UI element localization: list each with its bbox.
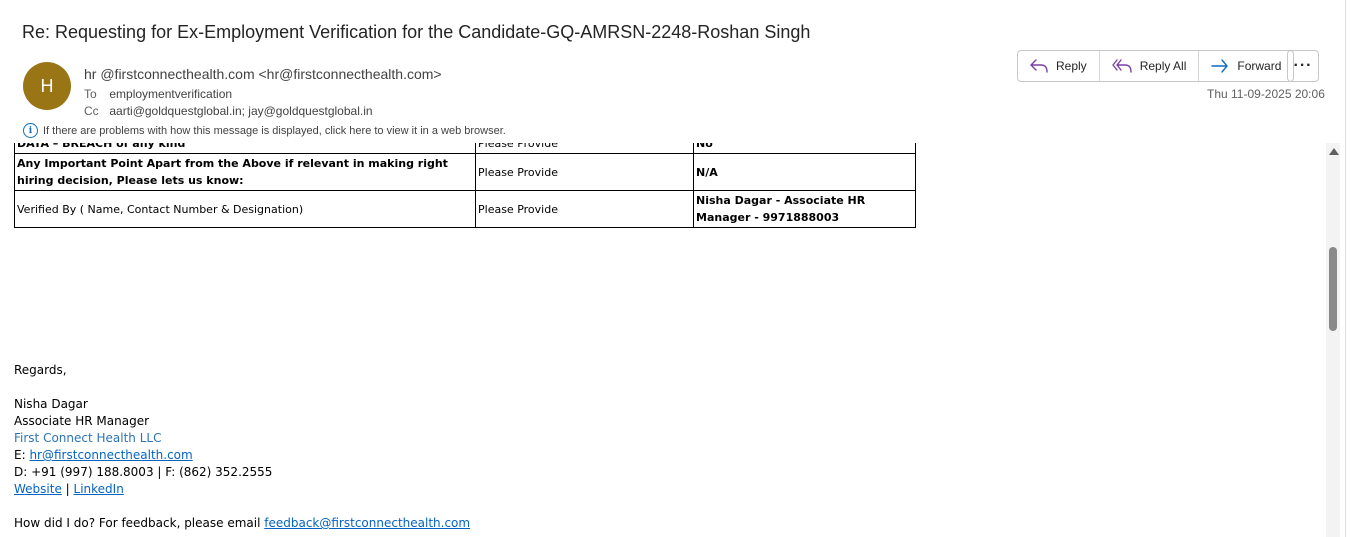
sender-address[interactable]: hr @firstconnecthealth.com <hr@firstconn…	[84, 66, 442, 82]
reply-button[interactable]: Reply	[1018, 51, 1100, 81]
feedback-email-link[interactable]: feedback@firstconnecthealth.com	[264, 516, 470, 530]
signature-name: Nisha Dagar	[14, 397, 88, 411]
table-cell: Verified By ( Name, Contact Number & Des…	[14, 190, 476, 228]
signature-phone: D: +91 (997) 188.8003 | F: (862) 352.255…	[14, 465, 273, 479]
scrollbar-thumb[interactable]	[1329, 247, 1337, 331]
display-problem-infobar[interactable]: i If there are problems with how this me…	[23, 123, 506, 138]
signature-email-line: E: hr@firstconnecthealth.com	[14, 448, 193, 462]
info-icon: i	[23, 123, 38, 138]
received-date: Thu 11-09-2025 20:06	[1207, 87, 1325, 101]
forward-button[interactable]: Forward	[1199, 51, 1293, 81]
table-row: Verified By ( Name, Contact Number & Des…	[14, 190, 916, 228]
table-cell: Nisha Dagar - Associate HR Manager - 997…	[693, 190, 916, 228]
signature-regards: Regards,	[14, 363, 67, 377]
scroll-up-arrow-icon[interactable]	[1329, 148, 1339, 155]
feedback-text: How did I do? For feedback, please email	[14, 516, 265, 530]
reply-all-icon	[1111, 59, 1132, 73]
more-actions-button[interactable]: ···	[1287, 50, 1319, 82]
infobar-text[interactable]: If there are problems with how this mess…	[43, 125, 506, 137]
table-row: Any Important Point Apart from the Above…	[14, 153, 916, 191]
to-row: To employmentverification	[84, 87, 232, 101]
email-subject: Re: Requesting for Ex-Employment Verific…	[22, 22, 811, 42]
to-recipients[interactable]: employmentverification	[109, 87, 232, 101]
table-cell: DATA – BREACH of any kind	[14, 143, 476, 154]
signature-title: Associate HR Manager	[14, 414, 150, 428]
linkedin-link[interactable]: LinkedIn	[74, 482, 124, 496]
cc-recipients[interactable]: aarti@goldquestglobal.in; jay@goldquestg…	[109, 104, 372, 118]
link-separator: |	[61, 482, 74, 496]
vertical-scrollbar[interactable]	[1326, 143, 1340, 537]
table-cell: Please Provide	[475, 190, 694, 228]
cc-row: Cc aarti@goldquestglobal.in; jay@goldque…	[84, 104, 373, 118]
email-reading-pane: Re: Requesting for Ex-Employment Verific…	[0, 0, 1351, 537]
table-cell: No	[693, 143, 916, 154]
verification-table: DATA – BREACH of any kind Please Provide…	[14, 143, 916, 228]
reply-all-label: Reply All	[1139, 59, 1187, 73]
message-body: DATA – BREACH of any kind Please Provide…	[0, 143, 1326, 537]
pane-divider	[1345, 0, 1346, 537]
sender-avatar[interactable]: H	[23, 62, 71, 110]
email-prefix: E:	[14, 448, 30, 462]
table-row: DATA – BREACH of any kind Please Provide…	[14, 143, 916, 154]
table-cell: Any Important Point Apart from the Above…	[14, 153, 476, 191]
signature-company: First Connect Health LLC	[14, 431, 162, 445]
reply-icon	[1030, 59, 1048, 73]
signature-email-link[interactable]: hr@firstconnecthealth.com	[29, 448, 192, 462]
table-cell: Please Provide	[475, 143, 694, 154]
forward-label: Forward	[1237, 59, 1282, 73]
cc-label: Cc	[84, 104, 99, 118]
table-cell: N/A	[693, 153, 916, 191]
forward-arrow-icon	[1211, 59, 1229, 73]
signature-links: Website | LinkedIn	[14, 482, 124, 496]
feedback-line: How did I do? For feedback, please email…	[14, 516, 470, 530]
reply-label: Reply	[1056, 59, 1087, 73]
reply-actions-group: Reply Reply All Forward	[1017, 50, 1295, 82]
website-link[interactable]: Website	[14, 482, 62, 496]
reply-all-button[interactable]: Reply All	[1100, 51, 1200, 81]
to-label: To	[84, 87, 97, 101]
table-cell: Please Provide	[475, 153, 694, 191]
